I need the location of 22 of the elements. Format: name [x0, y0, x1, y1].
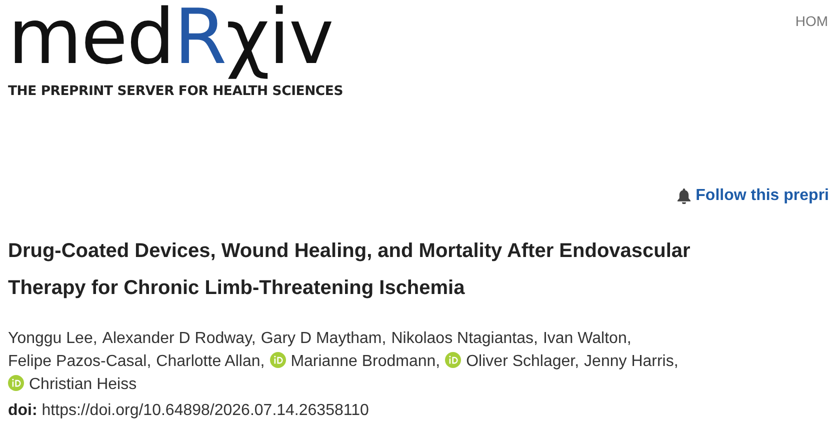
article-title: Drug-Coated Devices, Wound Healing, and Mortality After Endovascular Therapy for Chronic Limb-Threatening Ischemia [8, 239, 692, 301]
logo-tagline: THE PREPRINT SERVER FOR HEALTH SCIENCES [8, 84, 344, 99]
orcid-icon[interactable] [445, 352, 462, 368]
author-link[interactable]: Oliver Schlager, [466, 353, 580, 370]
author-link[interactable]: Gary D Maytham, [260, 330, 386, 347]
author-link[interactable]: Nikolaos Ntagiantas, [391, 330, 538, 347]
author-link[interactable]: Christian Heiss [29, 376, 137, 393]
doi-label: doi: [8, 402, 38, 419]
author-link[interactable]: Ivan Walton, [542, 330, 632, 347]
follow-link[interactable]: Follow this prepri [676, 187, 829, 205]
author-link[interactable]: Alexander D Rodway, [102, 330, 256, 347]
logo[interactable]: medRχiv [8, 0, 344, 82]
author-link[interactable]: Marianne Brodmann, [290, 353, 440, 370]
orcid-icon[interactable] [270, 352, 286, 368]
author-link[interactable]: Yonggu Lee, [8, 330, 98, 347]
doi-link[interactable]: https://doi.org/10.64898/2026.07.14.26358110 [42, 402, 369, 419]
bell-icon [676, 188, 691, 204]
author-link[interactable]: Jenny Harris, [584, 353, 678, 370]
home-link[interactable]: HOM [795, 13, 828, 29]
author-link[interactable]: Charlotte Allan, [156, 353, 265, 370]
orcid-icon[interactable] [8, 375, 24, 391]
author-link[interactable]: Felipe Pazos-Casal, [8, 353, 152, 370]
